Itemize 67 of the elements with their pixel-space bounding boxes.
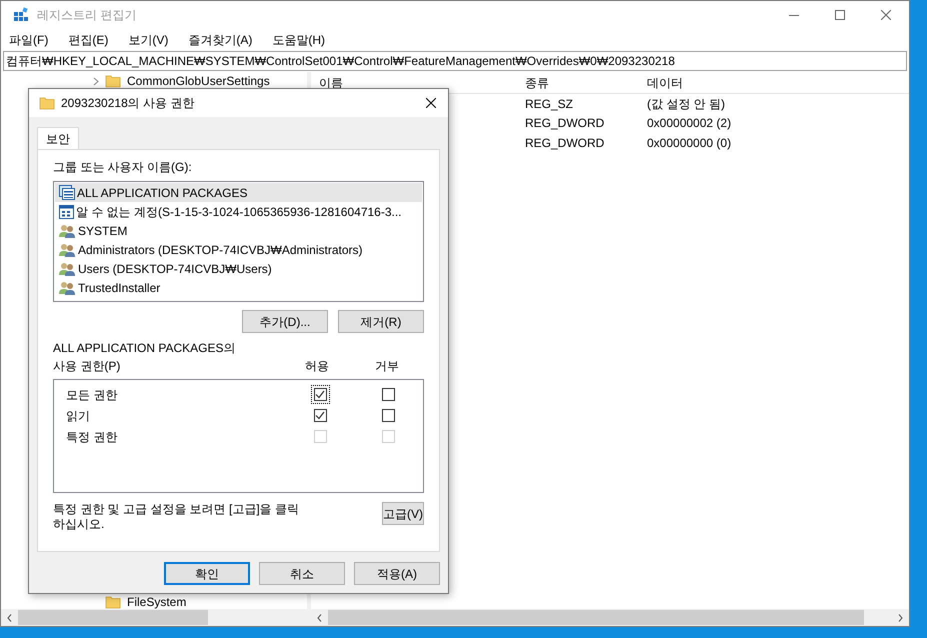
principal-row[interactable]: 알 수 없는 계정(S-1-15-3-1024-1065365936-1281604716-3... [55,202,422,221]
deny-checkbox[interactable] [380,407,398,424]
horizontal-scrollbar[interactable] [311,609,909,626]
advanced-button[interactable]: 고급(V) [382,502,424,525]
permissions-label: ALL APPLICATION PACKAGES의 [53,340,237,357]
permission-name: 특정 권한 [65,428,118,446]
menu-item[interactable]: 보기(V) [124,31,172,49]
menu-item[interactable]: 즐겨찾기(A) [184,31,256,49]
menu-item[interactable]: 도움말(H) [268,31,329,49]
value-type-cell-text: REG_DWORD [524,134,606,152]
scroll-left-icon[interactable] [317,614,322,622]
deny-checkbox[interactable] [380,386,398,403]
permission-name: 읽기 [65,408,91,424]
address-bar[interactable]: 컴퓨터₩HKEY_LOCAL_MACHINE₩SYSTEM₩ControlSet001₩Control₩FeatureManagement₩Overrides₩0₩2093230218 [3,51,907,71]
value-type-cell-text: REG_DWORD [524,115,606,132]
value-data-cell-text: 0x00000000 (0) [646,134,732,152]
user-group-icon [59,224,76,238]
advanced-note: 특정 권한 및 고급 설정을 보려면 [고급]을 클릭하십시오. [53,502,300,532]
checkmark-icon [315,411,326,420]
column-header: 허용 [304,358,330,375]
principal-name: SYSTEM [78,222,128,240]
column-header: 거부 [374,358,400,375]
value-data-cell-text: (값 설정 안 됨) [646,96,725,113]
user-group-icon [59,280,76,294]
menu-item[interactable]: 파일(F) [5,31,52,49]
principal-row[interactable]: SYSTEM [55,221,422,240]
value-data-cell-text: 0x00000002 (2) [646,115,732,132]
principals-label: 그룹 또는 사용자 이름(G): [53,159,193,176]
account-window-icon [59,204,74,218]
principal-name: Users (DESKTOP-74ICVBJ₩Users) [78,260,272,278]
value-type-cell-text: REG_SZ [524,96,574,113]
close-icon[interactable] [426,98,436,108]
column-header[interactable]: 종류 [521,74,641,92]
principal-row[interactable]: TrustedInstaller [55,278,422,297]
expand-chevron-icon[interactable] [93,76,99,86]
principal-name: TrustedInstaller [78,280,160,296]
column-header[interactable]: 데이터 [641,74,683,92]
permissions-label: 사용 권한(P) [53,358,122,375]
user-group-icon [59,242,76,256]
dialog-button[interactable]: 취소 [259,562,345,585]
dialog-button[interactable]: 확인 [164,562,250,585]
principal-name: ALL APPLICATION PACKAGES [77,184,248,202]
principal-name: Administrators (DESKTOP-74ICVBJ₩Administrators) [78,242,363,258]
principal-row[interactable]: Administrators (DESKTOP-74ICVBJ₩Administrators) [55,240,422,259]
package-group-icon [59,185,75,200]
window-title: 레지스트리 편집기 [37,7,136,24]
checkmark-icon [315,390,326,399]
dialog-button[interactable]: 적용(A) [354,562,440,585]
scroll-left-icon[interactable] [7,614,12,622]
principal-name: 알 수 없는 계정(S-1-15-3-1024-1065365936-1281604716-3... [76,204,402,220]
dialog-title: 2093230218의 사용 권한 [61,95,194,112]
scroll-right-icon[interactable] [898,614,903,622]
horizontal-scrollbar[interactable] [1,609,307,626]
registry-app-icon [13,7,29,23]
allow-checkbox[interactable] [312,407,329,424]
principal-row[interactable]: Users (DESKTOP-74ICVBJ₩Users) [55,259,422,278]
tab[interactable]: 보안 [37,127,79,149]
remove-button[interactable]: 제거(R) [338,310,424,333]
permission-name: 모든 권한 [65,386,118,404]
user-group-icon [59,262,76,276]
principal-row[interactable]: ALL APPLICATION PACKAGES [55,183,422,202]
tree-item[interactable]: FileSystem [127,595,186,609]
folder-icon [39,96,55,110]
allow-checkbox[interactable] [312,386,329,403]
tree-item[interactable]: CommonGlobUserSettings [127,74,270,88]
add-button[interactable]: 추가(D)... [242,310,328,333]
menu-item[interactable]: 편집(E) [64,31,112,49]
